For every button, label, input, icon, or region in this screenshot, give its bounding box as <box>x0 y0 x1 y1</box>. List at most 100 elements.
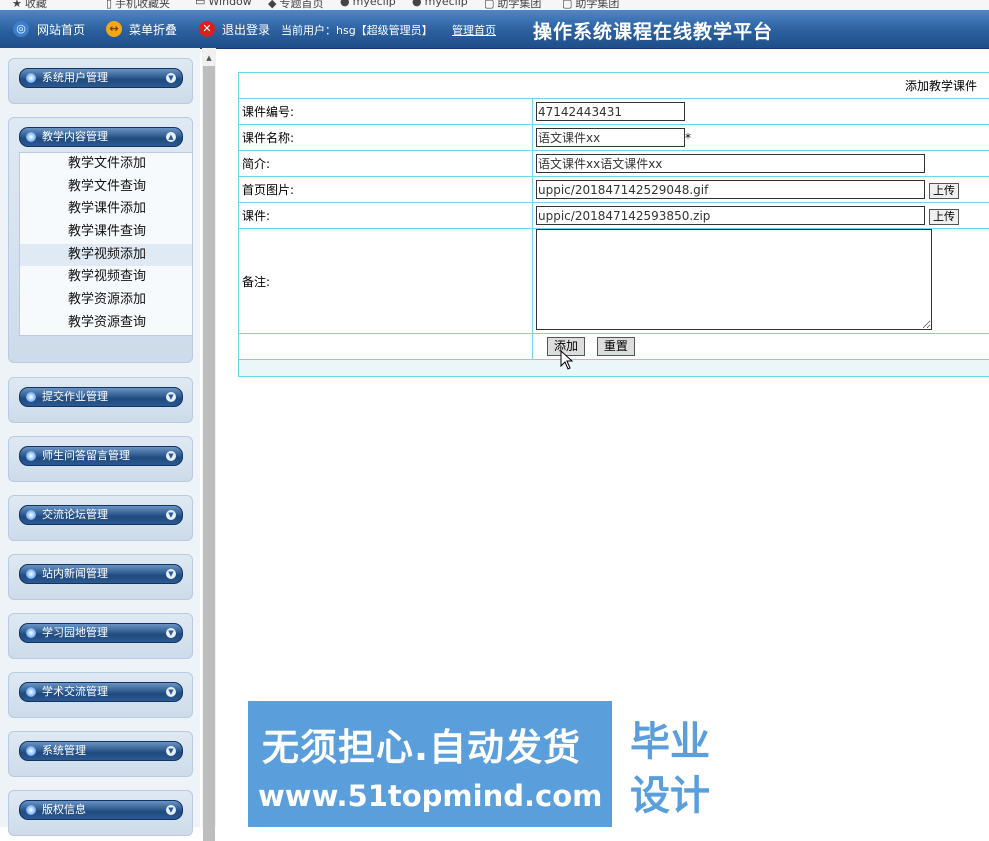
file-label: 课件: <box>239 203 533 229</box>
eclipse-icon: ● <box>340 0 350 8</box>
sidebar-item-courseware-query[interactable]: 教学课件查询 <box>20 221 192 244</box>
eclipse-icon: ● <box>412 0 422 8</box>
watermark-url: www.51topmind.com <box>258 779 602 813</box>
sidebar-group-header[interactable]: 系统管理 ▼ <box>19 741 183 761</box>
sidebar-group-academic: 学术交流管理 ▼ <box>8 672 193 718</box>
code-input[interactable] <box>536 102 685 121</box>
bullet-icon <box>26 746 36 756</box>
logout-button[interactable]: 退出登录 <box>222 21 270 38</box>
sidebar-group-garden: 学习园地管理 ▼ <box>8 613 193 659</box>
sidebar-item-resource-query[interactable]: 教学资源查询 <box>20 312 192 335</box>
bullet-icon <box>26 628 36 638</box>
bookmark-group-1[interactable]: ▢助学集团 <box>484 0 541 10</box>
sidebar-item-video-query[interactable]: 教学视频查询 <box>20 266 192 289</box>
close-icon: ✕ <box>199 21 215 37</box>
sidebar-group-header[interactable]: 交流论坛管理 ▼ <box>19 505 183 525</box>
mouse-cursor-icon <box>560 350 574 370</box>
file-input[interactable] <box>536 206 925 225</box>
form-footer <box>239 360 989 377</box>
sidebar-group-header[interactable]: 教学内容管理 ▲ <box>19 127 183 147</box>
current-user: 当前用户：hsg【超级管理员】 <box>281 22 433 38</box>
sidebar-group-qa: 师生问答留言管理 ▼ <box>8 436 193 482</box>
page-icon: ▢ <box>484 0 494 10</box>
name-label: 课件名称: <box>239 125 533 151</box>
empty-cell <box>239 334 533 360</box>
globe-icon: ◎ <box>13 21 29 37</box>
page-icon: ◆ <box>268 0 276 10</box>
sidebar-group-content: 教学内容管理 ▲ 教学文件添加 教学文件查询 教学课件添加 教学课件查询 教学视… <box>8 117 193 363</box>
sidebar-group-homework: 提交作业管理 ▼ <box>8 377 193 423</box>
sidebar-group-header[interactable]: 站内新闻管理 ▼ <box>19 564 183 584</box>
intro-input[interactable] <box>536 154 925 173</box>
image-upload-button[interactable]: 上传 <box>929 183 959 199</box>
sidebar-group-system: 系统管理 ▼ <box>8 731 193 777</box>
scroll-up-arrow-icon[interactable]: ▲ <box>202 54 216 64</box>
top-bar: ◎ 网站首页 ↔ 菜单折叠 ✕ 退出登录 当前用户：hsg【超级管理员】 管理首… <box>0 10 989 49</box>
remark-label: 备注: <box>239 229 533 334</box>
required-mark: * <box>685 131 691 145</box>
page-icon: ▢ <box>562 0 572 10</box>
watermark-box: 毕业 设计 <box>612 701 741 827</box>
admin-home-link[interactable]: 管理首页 <box>452 22 496 38</box>
chevron-up-icon: ▲ <box>166 132 176 142</box>
bookmark-favorites[interactable]: ★收藏 <box>12 0 47 10</box>
sidebar-group-header[interactable]: 学习园地管理 ▼ <box>19 623 183 643</box>
bullet-icon <box>26 805 36 815</box>
bullet-icon <box>26 132 36 142</box>
bookmark-mobile[interactable]: ▯手机收藏夹 <box>106 0 170 10</box>
scroll-thumb[interactable] <box>203 66 215 841</box>
image-input[interactable] <box>536 180 925 199</box>
sidebar-group-news: 站内新闻管理 ▼ <box>8 554 193 600</box>
bookmark-myeclip-1[interactable]: ●myeclip <box>340 0 396 8</box>
bullet-icon <box>26 451 36 461</box>
collapse-icon: ↔ <box>106 21 122 37</box>
sidebar-group-header[interactable]: 提交作业管理 ▼ <box>19 387 183 407</box>
menu-collapse-button[interactable]: 菜单折叠 <box>129 21 177 38</box>
sidebar-item-video-add[interactable]: 教学视频添加 <box>20 244 192 267</box>
bullet-icon <box>26 569 36 579</box>
intro-label: 简介: <box>239 151 533 177</box>
chevron-down-icon: ▼ <box>166 569 176 579</box>
sidebar-item-courseware-add[interactable]: 教学课件添加 <box>20 198 192 221</box>
watermark-box-line1: 毕业 <box>630 709 710 767</box>
file-upload-button[interactable]: 上传 <box>929 209 959 225</box>
sidebar-submenu: 教学文件添加 教学文件查询 教学课件添加 教学课件查询 教学视频添加 教学视频查… <box>19 152 193 336</box>
folder-icon: ▭ <box>195 0 205 8</box>
chevron-down-icon: ▼ <box>166 73 176 83</box>
sidebar-group-forum: 交流论坛管理 ▼ <box>8 495 193 541</box>
bookmarks-bar: ★收藏 ▯手机收藏夹 ▭Window ◆专题首页 ●myeclip ●myecl… <box>0 0 989 10</box>
code-label: 课件编号: <box>239 99 533 125</box>
chevron-down-icon: ▼ <box>166 392 176 402</box>
courseware-form: 添加教学课件 课件编号: 课件名称: * 简介: 首页图片: 上传 课件: 上传… <box>238 72 989 377</box>
bullet-icon <box>26 510 36 520</box>
sidebar-group-header[interactable]: 版权信息 ▼ <box>19 800 183 820</box>
sidebar-group-header[interactable]: 学术交流管理 ▼ <box>19 682 183 702</box>
watermark-line1: 无须担心.自动发货 <box>262 717 581 771</box>
phone-icon: ▯ <box>106 0 112 10</box>
chevron-down-icon: ▼ <box>166 746 176 756</box>
bookmark-window[interactable]: ▭Window <box>195 0 252 8</box>
page-title: 操作系统课程在线教学平台 <box>533 17 773 44</box>
bookmark-group-2[interactable]: ▢助学集团 <box>562 0 619 10</box>
site-home-link[interactable]: 网站首页 <box>37 21 85 38</box>
sidebar-item-file-add[interactable]: 教学文件添加 <box>20 153 192 176</box>
sidebar-scrollbar[interactable]: ▲ <box>202 48 216 827</box>
name-input[interactable] <box>536 128 685 147</box>
watermark-banner: 无须担心.自动发货 www.51topmind.com 毕业 设计 <box>248 701 741 827</box>
watermark-box-line2: 设计 <box>630 763 710 821</box>
sidebar-item-file-query[interactable]: 教学文件查询 <box>20 176 192 199</box>
remark-textarea[interactable] <box>536 229 932 330</box>
image-label: 首页图片: <box>239 177 533 203</box>
chevron-down-icon: ▼ <box>166 510 176 520</box>
chevron-down-icon: ▼ <box>166 687 176 697</box>
chevron-down-icon: ▼ <box>166 451 176 461</box>
reset-button[interactable]: 重置 <box>597 337 635 356</box>
star-icon: ★ <box>12 0 22 10</box>
form-table: 添加教学课件 课件编号: 课件名称: * 简介: 首页图片: 上传 课件: 上传… <box>238 72 989 377</box>
chevron-down-icon: ▼ <box>166 805 176 815</box>
bookmark-myeclip-2[interactable]: ●myeclip <box>412 0 468 8</box>
bookmark-topic[interactable]: ◆专题首页 <box>268 0 323 10</box>
sidebar-group-header[interactable]: 系统用户管理 ▼ <box>19 68 183 88</box>
sidebar-item-resource-add[interactable]: 教学资源添加 <box>20 289 192 312</box>
sidebar-group-header[interactable]: 师生问答留言管理 ▼ <box>19 446 183 466</box>
